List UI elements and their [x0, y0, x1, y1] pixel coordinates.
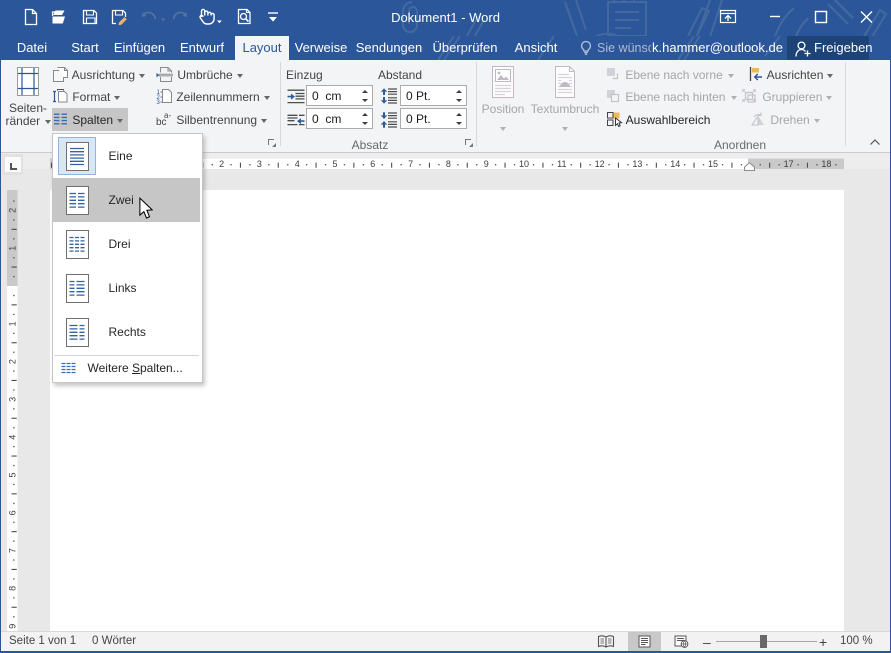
svg-text:15: 15	[708, 159, 718, 169]
svg-text:a-: a-	[164, 111, 171, 120]
svg-text:8: 8	[446, 159, 451, 169]
svg-text:14: 14	[670, 159, 680, 169]
svg-text:6: 6	[370, 159, 375, 169]
svg-text:1: 1	[7, 321, 17, 326]
svg-text:4: 4	[8, 435, 18, 440]
svg-text:18: 18	[821, 159, 831, 169]
svg-text:9: 9	[8, 624, 18, 629]
svg-text:2: 2	[7, 359, 17, 364]
svg-text:3: 3	[257, 159, 262, 169]
svg-text:5: 5	[8, 472, 18, 477]
svg-text:1: 1	[7, 246, 17, 251]
svg-text:13: 13	[632, 159, 642, 169]
svg-text:3: 3	[157, 100, 161, 105]
svg-text:10: 10	[519, 159, 529, 169]
svg-text:12: 12	[595, 159, 605, 169]
svg-text:11: 11	[557, 159, 566, 169]
svg-text:4: 4	[295, 159, 300, 169]
svg-text:7: 7	[408, 159, 413, 169]
svg-text:3: 3	[7, 397, 17, 402]
svg-text:6: 6	[8, 510, 18, 515]
svg-text:5: 5	[332, 159, 337, 169]
svg-text:2: 2	[219, 159, 224, 169]
svg-text:7: 7	[8, 548, 18, 553]
svg-text:8: 8	[8, 586, 18, 591]
svg-text:17: 17	[784, 159, 794, 169]
svg-text:9: 9	[484, 159, 489, 169]
svg-text:2: 2	[8, 208, 18, 213]
